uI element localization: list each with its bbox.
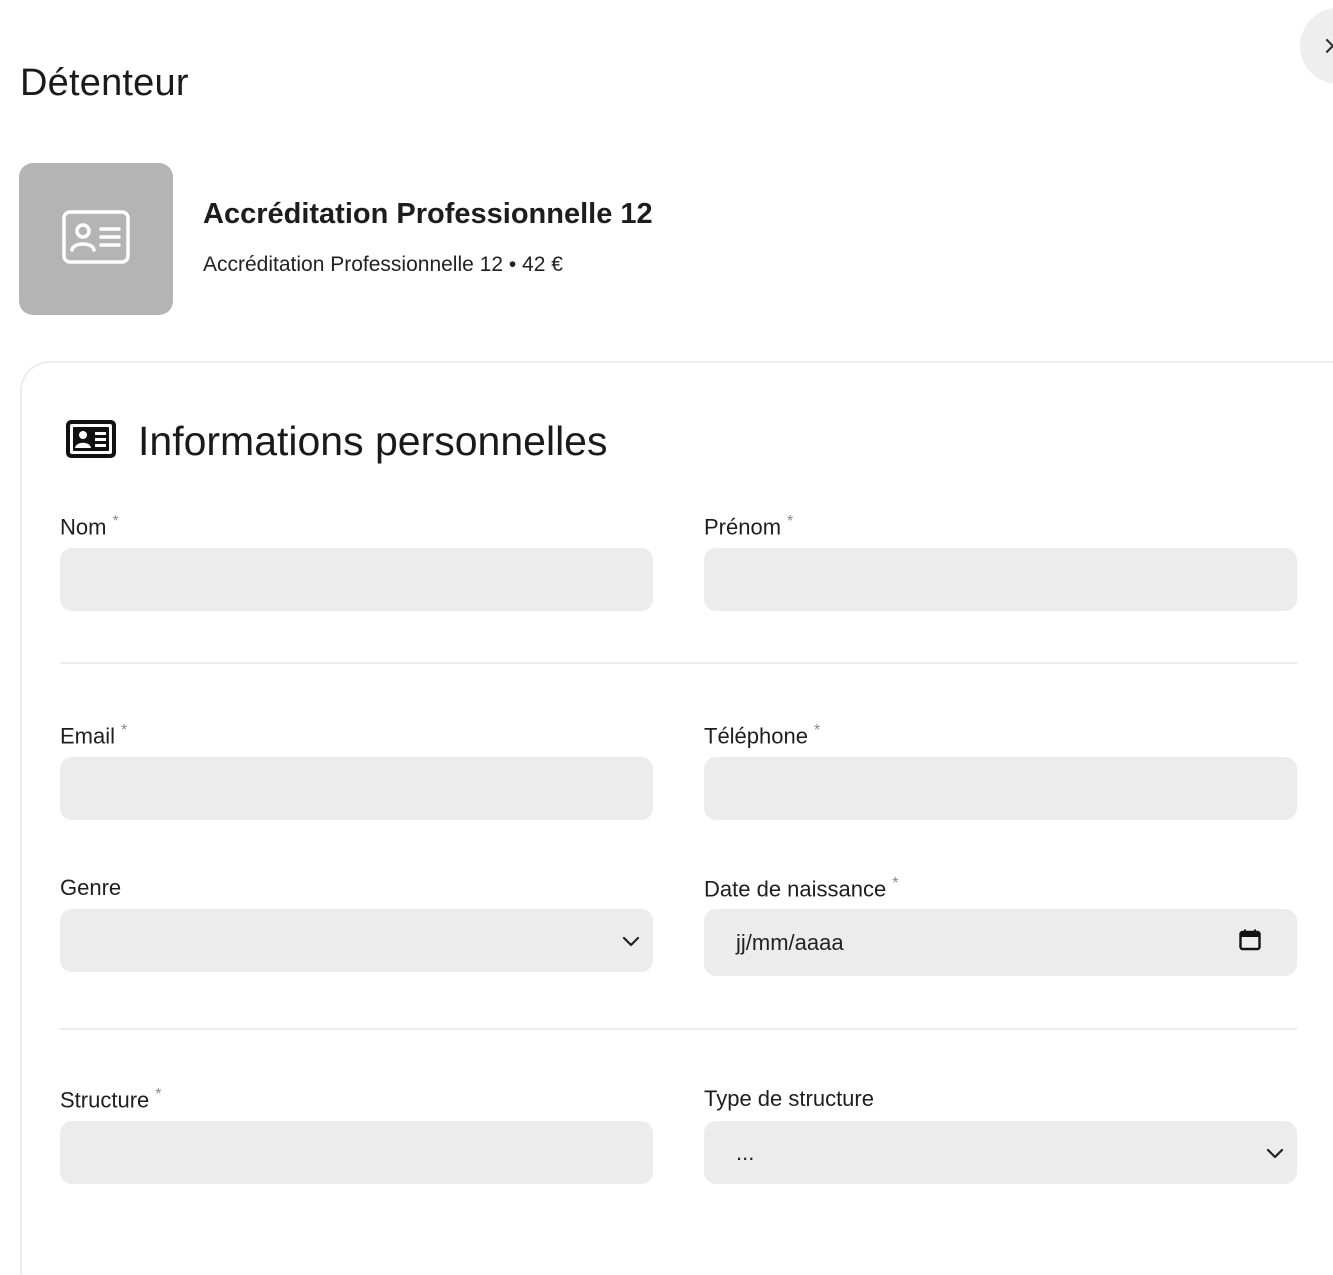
telephone-input[interactable] xyxy=(704,757,1297,820)
telephone-label: Téléphone * xyxy=(704,722,820,749)
id-card-icon xyxy=(61,209,131,270)
genre-select[interactable] xyxy=(60,909,653,972)
structure-input[interactable] xyxy=(60,1121,653,1184)
date-naissance-input[interactable]: jj/mm/aaaa xyxy=(704,909,1297,976)
nom-label-text: Nom xyxy=(60,514,107,540)
telephone-label-text: Téléphone xyxy=(704,723,808,749)
email-label: Email * xyxy=(60,722,127,749)
required-marker: * xyxy=(121,722,128,739)
prenom-input[interactable] xyxy=(704,548,1297,611)
type-structure-label: Type de structure xyxy=(704,1086,874,1112)
prenom-label: Prénom * xyxy=(704,513,793,540)
structure-label: Structure * xyxy=(60,1086,162,1113)
close-button[interactable]: × xyxy=(1300,8,1333,84)
divider xyxy=(60,662,1297,664)
email-label-text: Email xyxy=(60,723,116,749)
genre-label: Genre xyxy=(60,875,121,901)
divider xyxy=(60,1028,1297,1030)
structure-label-text: Structure xyxy=(60,1087,150,1113)
section-title: Informations personnelles xyxy=(138,418,608,464)
email-input[interactable] xyxy=(60,757,653,820)
prenom-label-text: Prénom xyxy=(704,514,782,540)
required-marker: * xyxy=(813,722,821,739)
required-marker: * xyxy=(112,513,119,530)
required-marker: * xyxy=(892,875,899,892)
date-placeholder: jj/mm/aaaa xyxy=(736,929,844,955)
type-structure-label-text: Type de structure xyxy=(704,1086,874,1111)
nom-input[interactable] xyxy=(60,548,653,611)
chevron-down-icon xyxy=(621,928,641,954)
date-naissance-label-text: Date de naissance xyxy=(704,876,887,902)
type-structure-select[interactable]: ... xyxy=(704,1121,1297,1184)
calendar-icon[interactable] xyxy=(1239,929,1261,957)
chevron-down-icon xyxy=(1265,1140,1285,1166)
nom-label: Nom * xyxy=(60,513,119,540)
genre-label-text: Genre xyxy=(60,875,122,900)
product-name: Accréditation Professionnelle 12 xyxy=(203,198,653,230)
holder-page: × Détenteur Accréditation Professionnell… xyxy=(0,0,1333,1275)
id-card-icon xyxy=(66,420,116,463)
product-subtitle: Accréditation Professionnelle 12 • 42 € xyxy=(203,253,563,276)
required-marker: * xyxy=(155,1086,162,1103)
type-structure-selected-value: ... xyxy=(736,1139,755,1165)
page-title: Détenteur xyxy=(20,62,189,104)
section-header: Informations personnelles xyxy=(66,418,607,465)
product-thumbnail xyxy=(19,163,173,315)
required-marker: * xyxy=(787,513,794,530)
date-naissance-label: Date de naissance * xyxy=(704,875,898,902)
